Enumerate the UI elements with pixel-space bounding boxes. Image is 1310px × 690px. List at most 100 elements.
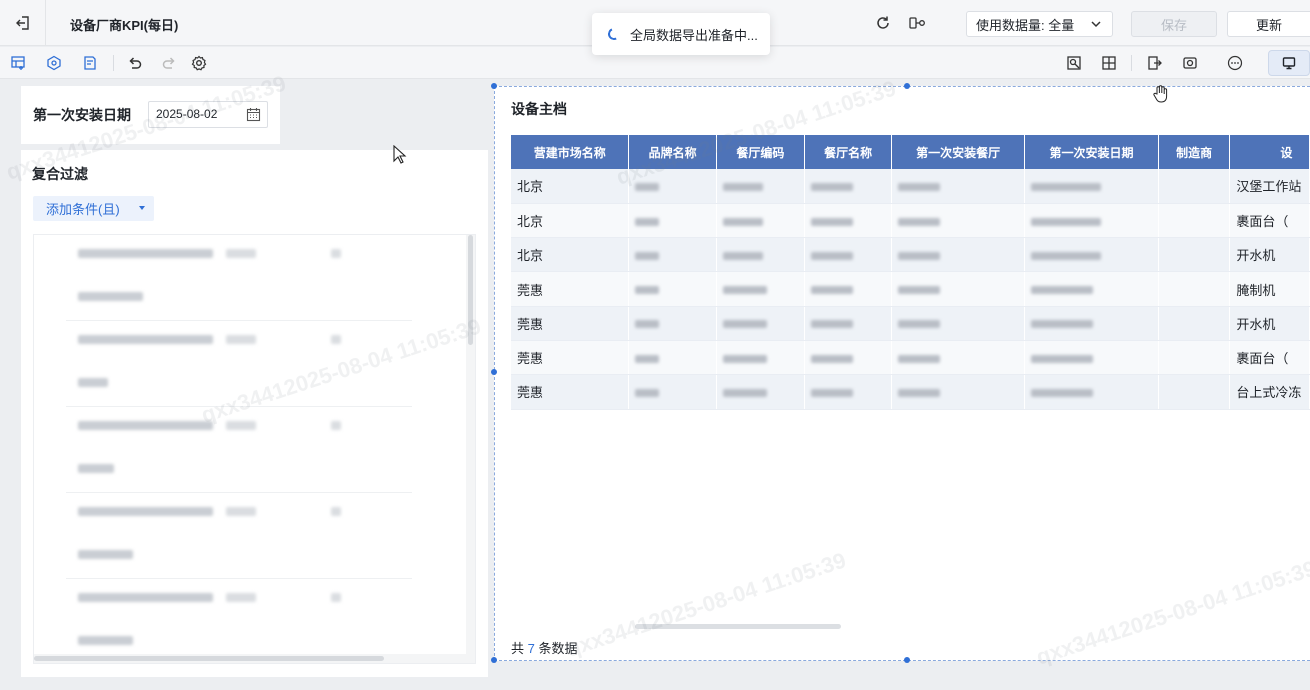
- grid-layout-icon: [1102, 56, 1116, 70]
- table-row[interactable]: 莞惠 开水机: [511, 306, 1310, 341]
- table-row[interactable]: 莞惠 裹面台（: [511, 340, 1310, 376]
- table-widget[interactable]: 设备主档 营建市场名称 品牌名称 餐厅编码 餐厅名称 第一次安装餐厅 第一次安装…: [491, 83, 1310, 663]
- page-title: 设备厂商KPI(每日): [70, 18, 179, 33]
- mouse-pointer-icon: [393, 145, 407, 164]
- desktop-view-button[interactable]: [1268, 50, 1310, 76]
- market-cell: 莞惠: [511, 306, 630, 341]
- market-cell: 北京: [511, 237, 630, 273]
- column-header[interactable]: 制造商: [1158, 135, 1231, 169]
- camera-icon: [1183, 57, 1197, 69]
- exit-button[interactable]: [0, 0, 46, 46]
- column-header[interactable]: 第一次安装日期: [1024, 135, 1159, 169]
- row-count: 共 7 条数据: [511, 638, 578, 657]
- column-header[interactable]: 第一次安装餐厅: [891, 135, 1026, 169]
- condition-item[interactable]: [66, 235, 412, 321]
- vertical-scrollbar[interactable]: [468, 235, 473, 345]
- snapshot-button[interactable]: [1180, 53, 1200, 73]
- calendar-icon[interactable]: [246, 107, 261, 122]
- layout-button[interactable]: [1099, 53, 1119, 73]
- table-row[interactable]: 莞惠 腌制机: [511, 271, 1310, 307]
- filter-component-icon: [47, 55, 61, 71]
- device-cell: 裹面台（: [1229, 203, 1310, 239]
- add-chart-icon: [11, 56, 25, 70]
- table-header-row: 营建市场名称 品牌名称 餐厅编码 餐厅名称 第一次安装餐厅 第一次安装日期 制造…: [511, 135, 1310, 169]
- resize-handle[interactable]: [904, 657, 910, 663]
- device-cell: 腌制机: [1229, 271, 1310, 307]
- add-text-button[interactable]: [80, 53, 100, 73]
- row-count-prefix: 共: [511, 641, 525, 656]
- condition-item[interactable]: [66, 407, 412, 493]
- key-link-icon: [909, 17, 925, 29]
- compound-filter-panel: 复合过滤 添加条件(且): [21, 150, 488, 677]
- column-header[interactable]: 设: [1229, 135, 1310, 169]
- resize-handle[interactable]: [491, 83, 497, 89]
- link-settings-button[interactable]: [907, 13, 927, 33]
- row-count-number: 7: [527, 641, 535, 656]
- refresh-icon: [877, 16, 889, 29]
- add-component-button[interactable]: [8, 53, 28, 73]
- table-horizontal-scrollbar[interactable]: [635, 624, 841, 629]
- condition-item[interactable]: [66, 493, 412, 579]
- date-filter-label: 第一次安装日期: [33, 107, 131, 123]
- column-header[interactable]: 餐厅编码: [716, 135, 806, 169]
- redo-button[interactable]: [159, 53, 179, 73]
- table-row[interactable]: 北京 开水机: [511, 237, 1310, 273]
- add-condition-button[interactable]: 添加条件(且): [33, 196, 154, 221]
- data-table: 营建市场名称 品牌名称 餐厅编码 餐厅名称 第一次安装餐厅 第一次安装日期 制造…: [511, 135, 1310, 410]
- more-icon: [1227, 55, 1243, 71]
- data-volume-label: 使用数据量: 全量: [976, 17, 1075, 33]
- device-cell: 开水机: [1229, 237, 1310, 273]
- table-row[interactable]: 北京 裹面台（: [511, 203, 1310, 239]
- add-filter-button[interactable]: [44, 53, 64, 73]
- market-cell: 北京: [511, 169, 630, 204]
- gear-icon: [191, 55, 207, 71]
- chevron-down-icon: [1091, 21, 1101, 28]
- market-cell: 莞惠: [511, 374, 630, 410]
- table-row[interactable]: 莞惠 台上式冷冻: [511, 374, 1310, 410]
- device-cell: 汉堡工作站: [1229, 169, 1310, 204]
- undo-icon: [129, 57, 142, 69]
- update-button[interactable]: 更新: [1227, 11, 1310, 37]
- market-cell: 北京: [511, 203, 630, 239]
- row-count-suffix: 条数据: [538, 641, 578, 656]
- table-title: 设备主档: [511, 101, 567, 117]
- hand-cursor-icon: [1153, 85, 1168, 103]
- device-cell: 开水机: [1229, 306, 1310, 341]
- export-icon: [1148, 56, 1162, 70]
- preview-button[interactable]: [1064, 53, 1084, 73]
- resize-handle[interactable]: [491, 657, 497, 663]
- more-button[interactable]: [1225, 53, 1245, 73]
- undo-button[interactable]: [125, 53, 145, 73]
- add-text-icon: [84, 56, 96, 70]
- date-value: 2025-08-02: [156, 107, 218, 121]
- horizontal-scrollbar[interactable]: [34, 656, 384, 661]
- refresh-button[interactable]: [873, 13, 893, 33]
- device-cell: 台上式冷冻: [1229, 374, 1310, 410]
- compound-filter-title: 复合过滤: [32, 166, 88, 182]
- column-header[interactable]: 营建市场名称: [511, 135, 630, 169]
- export-button[interactable]: [1145, 53, 1165, 73]
- settings-button[interactable]: [189, 53, 209, 73]
- market-cell: 莞惠: [511, 340, 630, 376]
- date-input[interactable]: 2025-08-02: [148, 101, 268, 128]
- data-volume-select[interactable]: 使用数据量: 全量: [966, 11, 1113, 37]
- export-toast: 全局数据导出准备中...: [592, 13, 770, 55]
- loading-spinner-icon: [606, 26, 622, 42]
- resize-handle[interactable]: [904, 83, 910, 89]
- toolbar-divider: [1131, 55, 1132, 71]
- save-button[interactable]: 保存: [1131, 11, 1217, 37]
- condition-list[interactable]: [33, 234, 476, 664]
- toast-message: 全局数据导出准备中...: [630, 27, 758, 43]
- resize-handle[interactable]: [491, 369, 497, 375]
- exit-icon: [15, 16, 29, 30]
- column-header[interactable]: 品牌名称: [628, 135, 717, 169]
- condition-item[interactable]: [66, 579, 412, 663]
- redo-icon: [162, 57, 175, 69]
- date-filter-panel: 第一次安装日期 2025-08-02: [21, 86, 280, 144]
- image-preview-icon: [1067, 56, 1081, 70]
- add-condition-label: 添加条件(且): [46, 202, 120, 217]
- table-row[interactable]: 北京 汉堡工作站: [511, 169, 1310, 204]
- device-cell: 裹面台（: [1229, 340, 1310, 376]
- condition-item[interactable]: [66, 321, 412, 407]
- column-header[interactable]: 餐厅名称: [804, 135, 893, 169]
